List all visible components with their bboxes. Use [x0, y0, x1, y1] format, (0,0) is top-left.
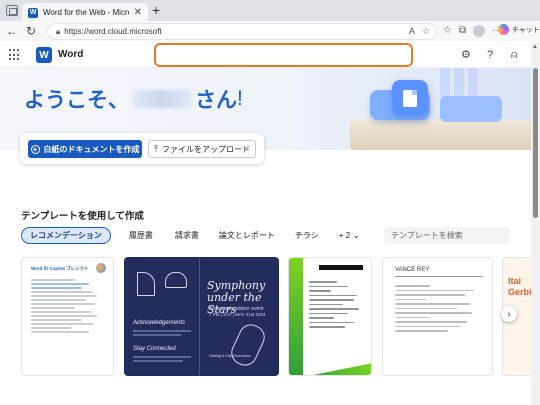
scroll-up-icon[interactable]: ▲ — [532, 44, 538, 50]
decor-pillar — [440, 68, 450, 98]
filter-papers-reports[interactable]: 論文とレポート — [211, 227, 283, 244]
new-tab-button[interactable]: + — [152, 2, 160, 18]
page-scrollbar[interactable]: ▲ — [531, 42, 540, 405]
refresh-icon[interactable]: ↻ — [26, 24, 36, 38]
profile-avatar[interactable] — [473, 25, 486, 37]
settings-gear-icon[interactable]: ⚙ — [461, 48, 471, 62]
template-filter-tabs: レコメンデーション 履歴書 請求書 論文とレポート チラシ + 2 ⌄ — [21, 227, 368, 244]
template-card[interactable]: Word の Copilot ブレンクト — [21, 257, 114, 376]
upload-file-button[interactable]: ⤒ ファイルをアップロード — [148, 140, 256, 158]
template-gallery: Word の Copilot ブレンクト Acknowledgements St… — [21, 257, 531, 377]
filter-more-button[interactable]: + 2 ⌄ — [331, 227, 368, 244]
divider — [395, 276, 483, 277]
harp-icon — [137, 272, 155, 296]
tab-title: Word for the Web - Microsoft 365 — [43, 8, 129, 17]
lock-icon[interactable]: 🔒︎ — [56, 27, 60, 37]
next-arrow-icon[interactable]: › — [501, 306, 517, 322]
new-document-label: 白紙のドキュメントを作成 — [43, 144, 140, 154]
favorite-star-icon[interactable]: ☆ — [422, 26, 430, 37]
template-preview-text — [309, 278, 365, 331]
account-person-icon[interactable]: ⍝ — [511, 48, 518, 62]
browser-window: W Word for the Web - Microsoft 365 ✕ + ←… — [0, 0, 540, 405]
search-input[interactable] — [154, 43, 413, 67]
filter-invoice[interactable]: 請求書 — [167, 227, 207, 244]
document-tile-icon — [392, 80, 428, 116]
decor-pillar — [454, 68, 464, 98]
copilot-button[interactable]: チャット — [498, 24, 540, 35]
filter-flyers[interactable]: チラシ — [287, 227, 327, 244]
tab-strip: W Word for the Web - Microsoft 365 ✕ + — [0, 0, 540, 22]
chat-label: チャット — [512, 26, 540, 34]
orchestra-name: Starlight City Orchestra — [209, 353, 251, 358]
template-card[interactable]: Acknowledgements Stay Connected Symphony… — [124, 257, 279, 376]
decor-tile — [440, 96, 502, 122]
app-name[interactable]: Word — [58, 49, 83, 60]
flyer-subtitle: An annual outdoor event 7 PM | SAT | MAY… — [209, 306, 266, 317]
welcome-exclamation: ! — [237, 87, 243, 110]
header-bar — [319, 265, 363, 270]
new-blank-document-button[interactable]: + 白紙のドキュメントを作成 — [28, 140, 142, 158]
template-preview-text — [395, 282, 483, 335]
upload-icon: ⤒ — [154, 143, 158, 154]
accent-stripe — [289, 258, 303, 375]
template-preview-text — [22, 272, 113, 333]
address-bar-actions: A ☆ — [409, 26, 430, 37]
scroll-thumb[interactable] — [533, 68, 538, 218]
template-search-input[interactable]: テンプレートを検索 — [384, 227, 510, 244]
accent-footer — [303, 363, 371, 375]
copilot-logo-icon — [96, 263, 106, 273]
decor-shelf — [350, 120, 531, 150]
plus-circle-icon: + — [30, 144, 40, 154]
favorites-icon[interactable]: ☆ — [443, 25, 452, 37]
violin-icon — [227, 320, 269, 370]
word-logo-icon[interactable]: W — [36, 47, 54, 63]
help-icon[interactable]: ? — [487, 48, 493, 62]
more-count: + 2 — [338, 231, 351, 240]
toolbar-icons: ☆ ⧉ ··· — [443, 25, 502, 37]
resume-name: VANCE REY — [395, 267, 430, 273]
tab-close-icon[interactable]: ✕ — [134, 7, 142, 18]
stay-connected-heading: Stay Connected — [133, 346, 176, 352]
template-card[interactable]: VANCE REY — [382, 257, 493, 376]
upload-label: ファイルをアップロード — [161, 144, 250, 154]
welcome-suffix: さん — [195, 89, 237, 112]
templates-section-title: テンプレートを使用して作成 — [21, 211, 144, 222]
back-icon[interactable]: ← — [6, 24, 18, 38]
read-aloud-icon[interactable]: A — [409, 26, 415, 37]
browser-tab[interactable]: W Word for the Web - Microsoft 365 ✕ — [22, 3, 148, 22]
template-card-title: Itai Gerbi — [508, 276, 531, 297]
piano-icon — [165, 272, 187, 288]
app-launcher-icon[interactable] — [9, 49, 21, 61]
filter-recommended[interactable]: レコメンデーション — [21, 227, 111, 244]
word-favicon-icon: W — [28, 7, 38, 18]
url-text: https://word.cloud.microsoft — [64, 27, 162, 36]
decor-pillar — [468, 68, 478, 98]
blurred-username — [133, 90, 191, 108]
address-toolbar: ← ↻ 🔒︎ https://word.cloud.microsoft A ☆ … — [0, 21, 540, 42]
template-card[interactable] — [288, 257, 372, 376]
copilot-icon — [498, 24, 509, 35]
address-bar[interactable]: 🔒︎ https://word.cloud.microsoft A ☆ — [47, 23, 437, 40]
hero-illustration — [340, 68, 531, 150]
acknowledgements-heading: Acknowledgements — [133, 320, 186, 326]
quick-actions-card: + 白紙のドキュメントを作成 ⤒ ファイルをアップロード — [20, 133, 264, 164]
welcome-heading: ようこそ、 さん ! — [24, 84, 243, 114]
start-page: ようこそ、 さん ! + 白紙のドキュメントを作成 ⤒ ファイルをアップロード … — [0, 68, 531, 405]
welcome-prefix: ようこそ、 — [24, 89, 129, 112]
chevron-down-icon: ⌄ — [353, 231, 360, 240]
word-app-bar: W Word ⚙ ? ⍝ — [0, 42, 531, 68]
collections-icon[interactable]: ⧉ — [459, 25, 466, 37]
filter-resume[interactable]: 履歴書 — [121, 227, 161, 244]
window-menu-icon[interactable] — [6, 5, 18, 16]
